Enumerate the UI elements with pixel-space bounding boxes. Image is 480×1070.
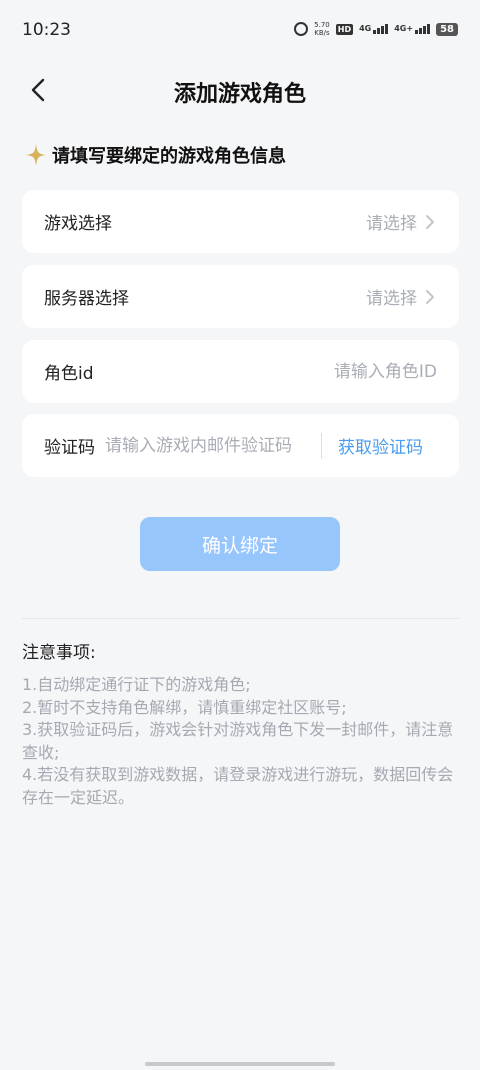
role-id-row: 角色id (22, 340, 459, 403)
signal-icon-2: 4G+ (394, 24, 431, 34)
alarm-icon (294, 22, 309, 36)
game-select-row[interactable]: 游戏选择 请选择 (22, 190, 459, 253)
role-id-input-wrap (237, 361, 437, 382)
note-item: 2.暂时不支持角色解绑，请慎重绑定社区账号; (22, 697, 347, 717)
verification-code-row: 验证码 获取验证码 (22, 414, 459, 477)
status-bar: 10:23 5.70 KB/s HD 4G 4G+ 58 (0, 0, 480, 58)
hd-icon: HD (335, 23, 354, 35)
status-icons: 5.70 KB/s HD 4G 4G+ 58 (294, 21, 458, 37)
notes-list: 1.自动绑定通行证下的游戏角色; 2.暂时不支持角色解绑，请慎重绑定社区账号; … (22, 674, 458, 809)
notes-title: 注意事项: (22, 643, 96, 663)
server-select-row[interactable]: 服务器选择 请选择 (22, 265, 459, 328)
note-item: 1.自动绑定通行证下的游戏角色; (22, 675, 251, 694)
signal-icon: 4G (359, 24, 389, 34)
game-select-label: 游戏选择 (44, 214, 112, 234)
network-type-label-2: 4G+ (394, 24, 414, 33)
network-speed: 5.70 KB/s (314, 21, 330, 37)
network-type-label: 4G (359, 24, 372, 33)
code-divider (321, 432, 322, 459)
note-item: 3.获取验证码后，游戏会针对游戏角色下发一封邮件，请注意查收; (22, 720, 454, 762)
section-divider (22, 618, 459, 619)
server-select-value[interactable]: 请选择 (366, 284, 437, 309)
sparkle-icon (26, 144, 46, 166)
confirm-bind-button[interactable]: 确认绑定 (140, 517, 340, 571)
role-id-label: 角色id (44, 364, 94, 384)
server-select-label: 服务器选择 (44, 289, 129, 309)
header: 添加游戏角色 (0, 62, 480, 118)
game-select-placeholder: 请选择 (366, 214, 417, 234)
chevron-right-icon (426, 214, 434, 229)
verification-code-input[interactable] (105, 435, 317, 456)
network-speed-unit: KB/s (314, 29, 330, 37)
battery-icon: 58 (436, 22, 458, 36)
page-title: 添加游戏角色 (173, 82, 306, 107)
network-speed-value: 5.70 (314, 21, 330, 29)
get-code-button[interactable]: 获取验证码 (338, 433, 423, 458)
home-indicator[interactable] (145, 1062, 335, 1066)
note-item: 4.若没有获取到游戏数据，请登录游戏进行游玩，数据回传会存在一定延迟。 (22, 765, 454, 807)
status-time: 10:23 (22, 20, 71, 40)
server-select-placeholder: 请选择 (366, 289, 417, 309)
verification-code-label: 验证码 (44, 438, 95, 458)
chevron-right-icon (426, 289, 434, 304)
subtitle-text: 请填写要绑定的游戏角色信息 (52, 146, 286, 167)
game-select-value[interactable]: 请选择 (366, 209, 437, 234)
role-id-input[interactable] (237, 361, 437, 382)
form-subtitle: 请填写要绑定的游戏角色信息 (26, 142, 286, 168)
